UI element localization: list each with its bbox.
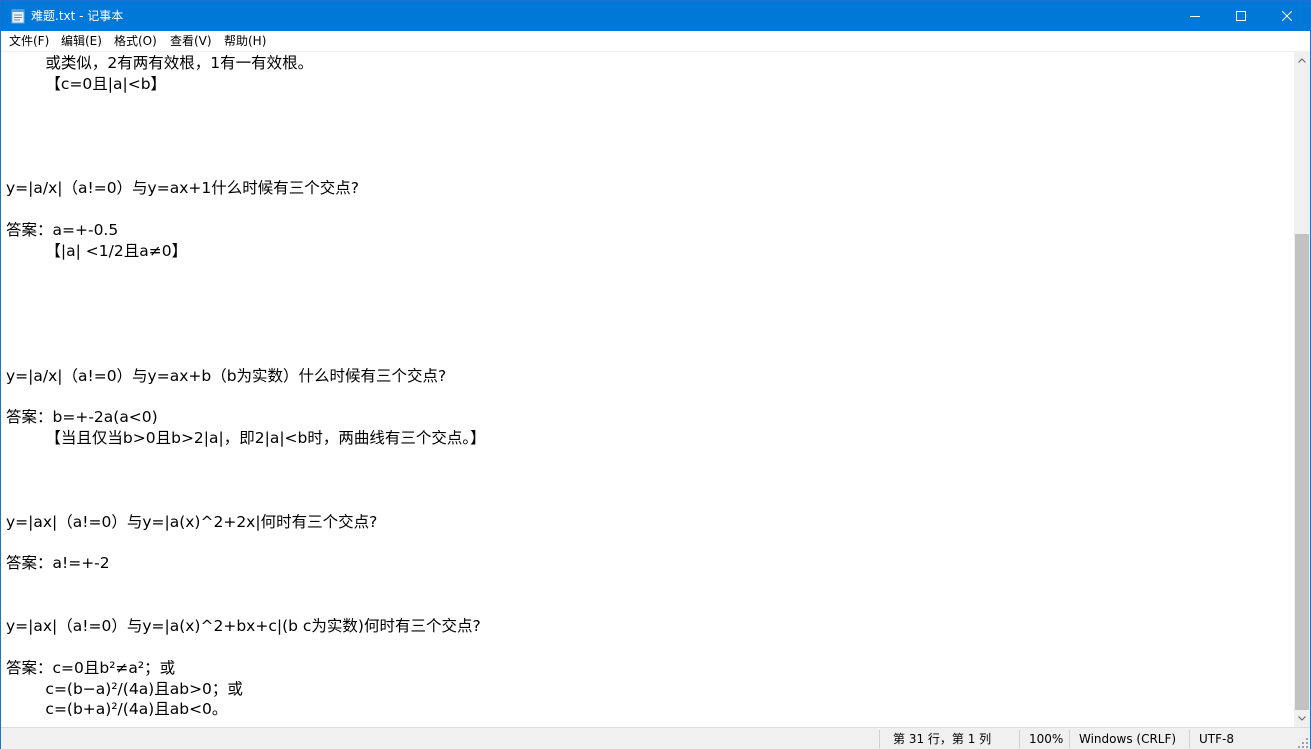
text-line: y=|a/x|（a!=0）与y=ax+1什么时候有三个交点? (6, 179, 359, 198)
text-line: y=|ax|（a!=0）与y=|a(x)^2+2x|何时有三个交点? (6, 512, 378, 531)
vertical-scrollbar[interactable] (1294, 52, 1310, 727)
text-editor-area[interactable]: 或类似，2有两有效根，1有一有效根。 【c=0且|a|<b】 y=|a/x|（a!… (1, 52, 1294, 727)
status-bar: 第 31 行，第 1 列 100% Windows (CRLF) UTF-8 (1, 727, 1310, 749)
maximize-icon (1236, 11, 1246, 21)
notepad-app-icon (11, 9, 25, 24)
maximize-button[interactable] (1218, 1, 1264, 31)
status-separator (879, 730, 880, 748)
text-line: 答案：c=0且b²≠a²；或 (6, 658, 176, 677)
menu-help[interactable]: 帮助(H) (222, 31, 268, 52)
status-separator (1019, 730, 1020, 748)
status-encoding: UTF-8 (1199, 732, 1234, 746)
text-line: 【|a| <1/2且a≠0】 (6, 241, 188, 260)
chevron-up-icon (1298, 58, 1306, 63)
notepad-window: 难题.txt - 记事本 文件(F) 编辑(E) 格式(O) 查看(V) 帮助(… (0, 0, 1311, 749)
status-cursor-position: 第 31 行，第 1 列 (893, 732, 992, 746)
status-line-ending: Windows (CRLF) (1079, 732, 1177, 746)
title-bar[interactable]: 难题.txt - 记事本 (1, 1, 1310, 31)
text-line: y=|ax|（a!=0）与y=|a(x)^2+bx+c|(b c为实数)何时有三… (6, 616, 481, 635)
menu-format[interactable]: 格式(O) (112, 31, 159, 52)
text-line: c=(b+a)²/(4a)且ab<0。 (6, 700, 228, 719)
text-line: 答案：b=+-2a(a<0) (6, 408, 158, 427)
text-line: y=|a/x|（a!=0）与y=ax+b（b为实数）什么时候有三个交点? (6, 366, 447, 385)
text-line: 或类似，2有两有效根，1有一有效根。 (6, 54, 314, 72)
menu-file[interactable]: 文件(F) (7, 31, 51, 52)
scroll-down-button[interactable] (1294, 710, 1310, 727)
text-line: 【c=0且|a|<b】 (6, 74, 167, 93)
minimize-icon (1190, 16, 1200, 17)
status-separator (1069, 730, 1070, 748)
status-separator (1189, 730, 1190, 748)
text-line: 答案：a!=+-2 (6, 554, 110, 573)
close-button[interactable] (1264, 1, 1310, 31)
text-line: 答案：a=+-0.5 (6, 220, 119, 239)
menu-view[interactable]: 查看(V) (168, 31, 214, 52)
menu-edit[interactable]: 编辑(E) (59, 31, 104, 52)
chevron-down-icon (1298, 716, 1306, 721)
close-icon (1282, 11, 1292, 21)
status-zoom: 100% (1029, 732, 1064, 746)
menu-bar: 文件(F) 编辑(E) 格式(O) 查看(V) 帮助(H) (1, 31, 1310, 52)
minimize-button[interactable] (1172, 1, 1218, 31)
text-line: c=(b−a)²/(4a)且ab>0；或 (6, 679, 243, 698)
scroll-up-button[interactable] (1294, 52, 1310, 69)
scrollbar-thumb[interactable] (1295, 233, 1309, 710)
window-title: 难题.txt - 记事本 (31, 9, 124, 23)
resize-grip-icon[interactable] (1297, 737, 1309, 749)
text-line: 【当且仅当b>0且b>2|a|，即2|a|<b时，两曲线有三个交点。】 (6, 429, 486, 448)
